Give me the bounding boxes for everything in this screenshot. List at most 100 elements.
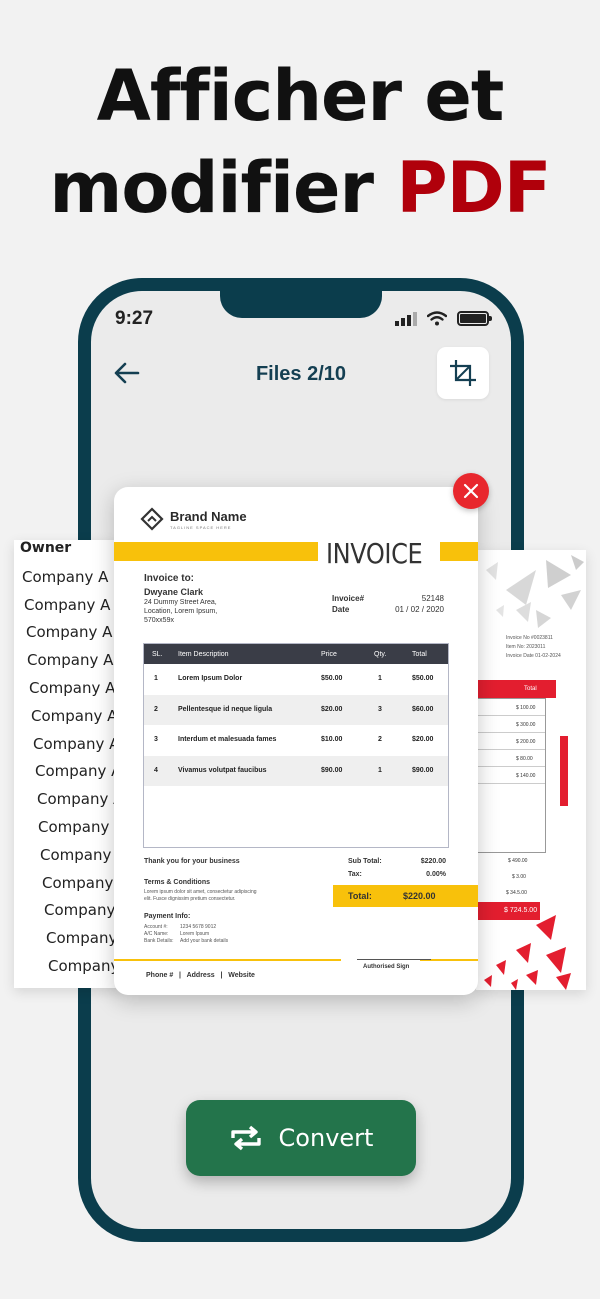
payment-value: Lorem Ipsum — [180, 931, 210, 937]
address-line: 24 Dummy Street Area, — [144, 599, 217, 606]
cell-qty: 1 — [378, 675, 382, 682]
close-icon — [463, 483, 479, 499]
list-item: Company A — [22, 567, 109, 586]
cell-total: $20.00 — [412, 736, 434, 743]
phone-notch — [220, 291, 382, 318]
list-item: Company A — [24, 595, 111, 614]
table-header: SL. Item Description Price Qty. Total — [144, 644, 448, 664]
cell-desc: Lorem Ipsum Dolor — [178, 675, 243, 682]
address-line: Location, Lorem Ipsum, — [144, 608, 218, 615]
signal-icon — [395, 311, 417, 326]
list-item: Company I — [38, 817, 119, 836]
list-item: Company A — [35, 762, 122, 781]
brand-block: Brand Name TAGLINE SPACE HERE — [140, 507, 247, 531]
address-line: 570xx59x — [144, 617, 174, 624]
total-label: Total: — [348, 891, 372, 901]
headline-accent: PDF — [396, 147, 551, 229]
headline: Afficher et modifier PDF — [0, 50, 600, 234]
table-row: $ 80.00 — [476, 750, 545, 767]
cell-total: $50.00 — [412, 675, 434, 682]
headline-line-2: modifier PDF — [0, 142, 600, 234]
table-row: 4 Vivamus volutpat faucibus $90.00 1 $90… — [144, 755, 448, 786]
cell-sl: 4 — [154, 766, 158, 774]
column-header: Qty. — [374, 651, 387, 658]
convert-button[interactable]: Convert — [186, 1100, 416, 1176]
triangle-pattern-top — [486, 555, 584, 628]
repeat-icon — [230, 1125, 261, 1151]
total-value: $220.00 — [403, 891, 436, 901]
invoice-number: 52148 — [421, 594, 444, 603]
meta-line: Item No: 2023011 — [506, 644, 546, 650]
invoice-title: INVOICE — [326, 537, 423, 570]
terms-body: Lorem ipsum dolor sit amet, consectetur … — [144, 889, 257, 903]
table-row: 1 Lorem Ipsum Dolor $50.00 1 $50.00 — [144, 664, 448, 695]
right-page-extra: $ 34.5.00 — [506, 890, 527, 896]
authorised-sign: Authorised Sign — [363, 964, 410, 970]
invoice-number-label: Invoice# — [332, 594, 365, 603]
close-button[interactable] — [453, 473, 489, 509]
list-item: Company — [42, 873, 114, 892]
signature-line — [357, 959, 431, 960]
right-page-table-header: Total — [476, 680, 556, 698]
right-page-meta: Invoice No #0023811 Item No: 2023011 Inv… — [506, 634, 561, 661]
subtotal-value: $220.00 — [420, 858, 446, 865]
table-row: $ 140.00 — [476, 767, 545, 784]
invoice-document[interactable]: Brand Name TAGLINE SPACE HERE INVOICE In… — [114, 487, 478, 995]
table-row: $ 100.00 — [476, 699, 545, 716]
right-page-header-label: Total — [524, 686, 537, 692]
convert-label: Convert — [278, 1124, 374, 1152]
subtotal-label: Sub Total: — [348, 858, 382, 865]
tax-label: Tax: — [348, 871, 362, 878]
list-item: Company — [44, 901, 116, 920]
customer-block: Dwyane Clark 24 Dummy Street Area, Locat… — [144, 588, 217, 625]
list-item: Company A — [29, 678, 116, 697]
thanks-text: Thank you for your business — [144, 858, 240, 865]
cell-sl: 1 — [154, 675, 158, 682]
list-item: Company A — [31, 706, 118, 725]
list-item: Company — [40, 845, 112, 864]
diamond-logo-icon — [140, 507, 164, 531]
cell-sl: 2 — [154, 705, 158, 713]
crop-button[interactable] — [437, 347, 489, 399]
triangle-pattern-bottom — [484, 915, 571, 990]
cell-total: $90.00 — [412, 766, 434, 774]
list-item: Company A — [26, 623, 113, 642]
invoice-footer: Phone # | Address | Website — [146, 972, 255, 979]
meta-line: Invoice No #0023811 — [506, 635, 553, 641]
headline-line-2-prefix: modifier — [49, 147, 397, 229]
cell-total: $60.00 — [412, 705, 434, 713]
left-page-preview: Owner Company A Company A Company A Comp… — [14, 540, 124, 988]
right-page-tax: $ 3.00 — [512, 874, 526, 880]
status-time: 9:27 — [115, 308, 154, 329]
cell-price: $90.00 — [321, 766, 343, 774]
payment-title: Payment Info: — [144, 913, 191, 920]
payment-label: A/C Name: — [144, 931, 169, 937]
footer-yellow-line — [114, 959, 341, 961]
column-header: Price — [321, 651, 337, 658]
right-page-preview: Invoice No #0023811 Item No: 2023011 Inv… — [476, 550, 586, 990]
cell-price: $50.00 — [321, 675, 343, 682]
wifi-icon — [427, 311, 447, 326]
table-row: 3 Interdum et malesuada fames $10.00 2 $… — [144, 725, 448, 756]
customer-name: Dwyane Clark — [144, 587, 204, 597]
cell-price: $10.00 — [321, 736, 343, 743]
total-bar: Total: $220.00 — [333, 885, 478, 907]
left-page-header: Owner — [20, 540, 72, 556]
table-row: $ 200.00 — [476, 733, 545, 750]
invoice-sums: Sub Total: $220.00 Tax: 0.00% — [348, 855, 446, 881]
column-header: Total — [412, 651, 427, 658]
payment-value: 1234 5678 9012 — [180, 924, 217, 930]
brand-name: Brand Name — [170, 508, 247, 524]
list-item: Company A — [33, 734, 120, 753]
tax-value: 0.00% — [426, 871, 446, 878]
right-page-subtotal: $ 490.00 — [508, 858, 528, 864]
headline-line-1: Afficher et — [96, 55, 505, 137]
status-icons — [395, 311, 492, 326]
terms-title: Terms & Conditions — [144, 879, 210, 886]
table-row: 2 Pellentesque id neque ligula $20.00 3 … — [144, 694, 448, 725]
cell-sl: 3 — [154, 736, 158, 743]
list-item: Company A — [37, 790, 124, 809]
invoice-date: 01 / 02 / 2020 — [395, 605, 444, 614]
cell-desc: Pellentesque id neque ligula — [178, 705, 273, 713]
cell-qty: 3 — [378, 705, 382, 713]
